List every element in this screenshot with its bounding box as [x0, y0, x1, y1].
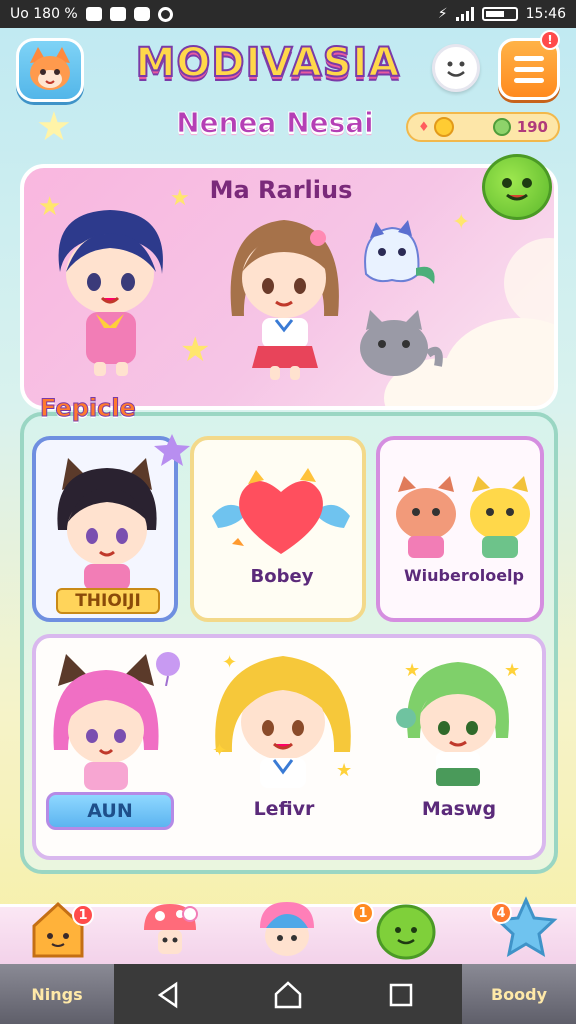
green-blob-icon	[376, 904, 436, 960]
star-icon: ✦	[452, 210, 471, 235]
sparkle-icon: ★	[504, 660, 521, 681]
star-icon: ★	[180, 330, 211, 370]
dock-blob-button[interactable]	[374, 896, 436, 960]
winged-heart	[212, 468, 350, 554]
nav-right-label: Boody	[490, 984, 548, 1004]
card-label: Wiuberoloelp	[404, 566, 524, 585]
sparkle-icon: ★	[404, 660, 421, 681]
gem-icon	[492, 118, 511, 136]
camera-icon	[133, 7, 150, 21]
grey-cat-pet[interactable]	[352, 304, 444, 384]
currency-value: 190	[516, 118, 548, 136]
chibi-face-icon	[260, 902, 314, 956]
nav-right-tab[interactable]: Boody	[462, 964, 576, 1024]
character-card[interactable]: Bobey	[190, 436, 366, 622]
signal-icon	[455, 7, 474, 21]
two-pets	[396, 476, 530, 558]
cloud-decoration	[504, 238, 554, 328]
dock-badge: 4	[490, 902, 512, 924]
nav-left-tab[interactable]: Nings	[0, 964, 114, 1024]
sparkle-icon: ★	[336, 760, 353, 781]
fox-avatar-icon	[30, 47, 70, 90]
recents-icon[interactable]	[388, 982, 414, 1008]
star-icon: ★	[36, 104, 72, 150]
chibi-girl-brown-hair[interactable]	[214, 206, 354, 386]
menu-bar-icon	[514, 66, 544, 72]
balloon-icon	[156, 652, 180, 686]
status-time: 15:46	[525, 6, 566, 22]
wifi-icon: ⚡	[437, 6, 448, 22]
smiley-icon	[447, 61, 465, 77]
pink-hair-chibi[interactable]	[44, 650, 168, 790]
dock-badge: 1	[352, 902, 374, 924]
emote-button[interactable]	[432, 44, 480, 92]
card-label: Lefivr	[253, 798, 315, 820]
home-icon[interactable]	[272, 980, 304, 1010]
at-icon	[157, 6, 173, 22]
profile-avatar-button[interactable]	[16, 38, 84, 102]
dock-character-button[interactable]	[254, 896, 314, 958]
status-bar: Uo 180 % ⚡ 15:46	[0, 0, 576, 28]
dock-badge: 1	[72, 904, 94, 926]
nav-left-label: Nings	[31, 984, 83, 1004]
sparkle-badge-icon	[154, 434, 190, 466]
green-blob-button[interactable]	[482, 154, 552, 220]
cat-ear-chibi	[57, 458, 157, 590]
chibi-boy-blue-hair[interactable]	[40, 202, 180, 382]
menu-bar-icon	[514, 77, 544, 83]
blue-ghost-pet[interactable]	[352, 218, 442, 298]
back-icon[interactable]	[154, 980, 184, 1010]
battery-icon	[481, 7, 518, 21]
menu-badge: !	[540, 30, 560, 50]
currency-bar[interactable]: ♦ 190	[406, 112, 560, 142]
coin-icon	[433, 117, 454, 137]
character-card[interactable]: Wiuberoloelp	[376, 436, 544, 622]
keyboard-icon	[109, 7, 126, 21]
card-label: Bobey	[250, 566, 314, 587]
page-subtitle: Nenea Nesai	[176, 106, 375, 140]
app-title: MODIVASIA	[135, 39, 401, 87]
sparkle-icon: ✦	[222, 652, 238, 673]
dock-badge-dot	[182, 906, 198, 922]
card-ribbon-label: AUN	[46, 792, 174, 830]
flame-icon: ♦	[418, 119, 430, 135]
banner-title: Ma Rarlius	[209, 176, 353, 204]
sparkle-icon: ✦	[212, 740, 228, 761]
status-left-text: Uo 180 %	[10, 6, 78, 22]
card-label: Maswg	[421, 798, 497, 820]
card-ribbon-label: THIOIJI	[56, 588, 160, 614]
section-label: Fepicle	[40, 394, 137, 423]
green-monster-icon	[502, 178, 532, 201]
menu-bar-icon	[514, 55, 544, 61]
photo-icon	[85, 7, 102, 21]
